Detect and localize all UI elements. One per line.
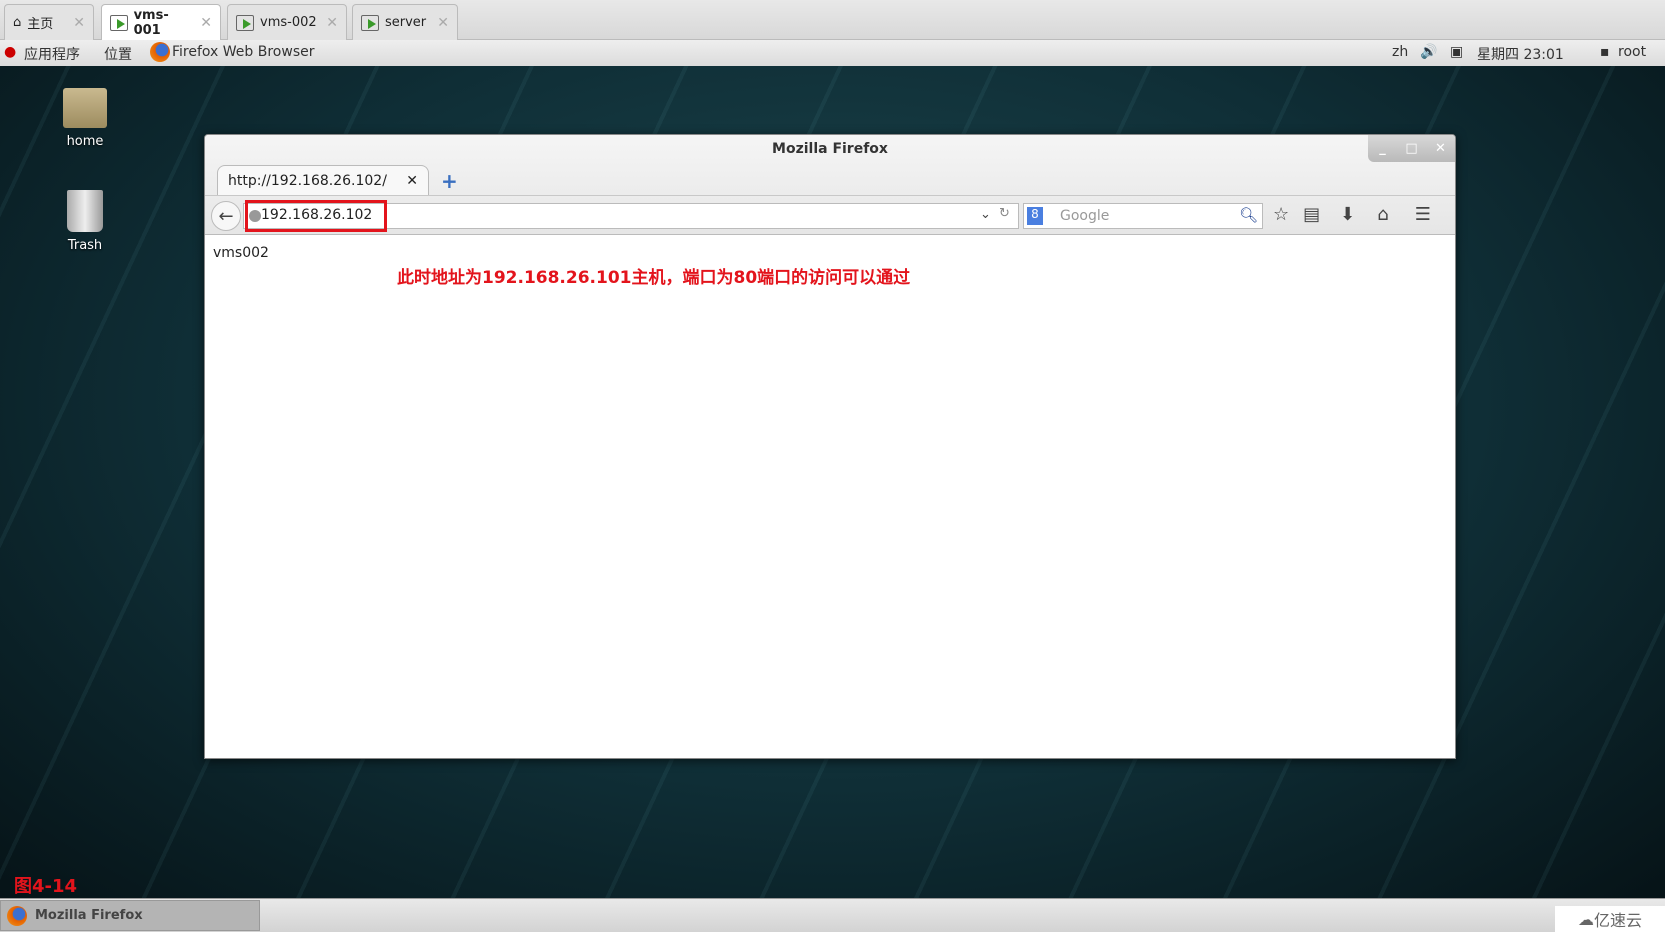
vm-icon (110, 14, 128, 31)
cloud-icon: ☁ (1577, 909, 1594, 929)
search-icon[interactable]: 🔍︎ (1239, 206, 1258, 224)
places-menu[interactable]: 位置 (104, 44, 132, 64)
vm-tab-vms-001[interactable]: vms-001 ✕ (101, 4, 221, 40)
page-text: vms002 (213, 245, 269, 261)
window-title: Mozilla Firefox (772, 141, 888, 157)
home-icon: ⌂ (13, 15, 22, 30)
active-app-label[interactable]: Firefox Web Browser (172, 44, 315, 60)
volume-icon[interactable]: 🔊 (1420, 44, 1437, 60)
new-tab-button[interactable]: + (441, 169, 458, 193)
close-icon[interactable]: ✕ (326, 15, 338, 31)
taskbar-firefox-button[interactable]: Mozilla Firefox (0, 900, 260, 931)
bookmark-star-icon[interactable]: ☆ (1273, 204, 1289, 225)
folder-icon (63, 88, 107, 128)
back-button[interactable]: ← (211, 201, 241, 231)
language-indicator[interactable]: zh (1392, 44, 1408, 60)
top-panel: ● 应用程序 位置 Firefox Web Browser zh 🔊 ▣ 星期四… (0, 40, 1665, 66)
watermark-logo: ☁ 亿速云 (1555, 906, 1665, 932)
trash-icon (67, 190, 103, 232)
vm-tab-bar: ⌂ 主页 ✕ vms-001 ✕ vms-002 ✕ server ✕ (0, 0, 1665, 40)
firefox-icon (150, 42, 170, 62)
close-icon[interactable]: ✕ (437, 15, 449, 31)
desktop-icon-trash[interactable]: Trash (45, 190, 125, 253)
firefox-window: Mozilla Firefox _ □ ✕ http://192.168.26.10… (204, 134, 1456, 759)
clock[interactable]: 星期四 23:01 (1477, 44, 1564, 64)
desktop-icon-home[interactable]: home (45, 88, 125, 149)
home-icon[interactable]: ⌂ (1377, 204, 1388, 225)
firefox-icon (7, 905, 27, 926)
annotation-text: 此时地址为192.168.26.101主机，端口为80端口的访问可以通过 (397, 268, 911, 288)
reload-icon[interactable]: ↻ (999, 206, 1010, 221)
search-input[interactable]: 8 Google 🔍︎ (1023, 203, 1263, 229)
page-content: vms002 此时地址为192.168.26.101主机，端口为80端口的访问可… (205, 235, 1455, 758)
browser-tab[interactable]: http://192.168.26.102/✕ (217, 165, 429, 195)
vm-tab-home[interactable]: ⌂ 主页 ✕ (4, 4, 94, 40)
google-icon[interactable]: 8 (1027, 207, 1043, 225)
applications-menu[interactable]: 应用程序 (24, 44, 80, 64)
download-icon[interactable]: ⬇ (1340, 204, 1355, 225)
figure-label: 图4-14 (14, 876, 78, 897)
vm-icon (236, 14, 254, 31)
taskbar: Mozilla Firefox (0, 898, 1665, 932)
close-icon[interactable]: ✕ (73, 15, 85, 31)
user-icon: ▪ (1600, 44, 1610, 60)
url-highlight-box (245, 200, 387, 232)
close-icon[interactable]: ✕ (200, 15, 212, 31)
menu-icon[interactable]: ☰ (1415, 204, 1431, 225)
url-dropdown-icon[interactable]: ⌄ (980, 207, 991, 222)
vm-icon (361, 14, 379, 31)
redhat-icon: ● (4, 44, 17, 60)
maximize-button[interactable]: □ (1397, 135, 1426, 162)
vm-tab-vms-002[interactable]: vms-002 ✕ (227, 4, 347, 40)
network-icon[interactable]: ▣ (1450, 44, 1463, 60)
user-menu[interactable]: root (1618, 44, 1646, 60)
vm-tab-server[interactable]: server ✕ (352, 4, 458, 40)
minimize-button[interactable]: _ (1368, 135, 1397, 162)
close-button[interactable]: ✕ (1426, 135, 1455, 162)
close-tab-icon[interactable]: ✕ (406, 173, 418, 189)
reading-list-icon[interactable]: ▤ (1303, 204, 1320, 225)
